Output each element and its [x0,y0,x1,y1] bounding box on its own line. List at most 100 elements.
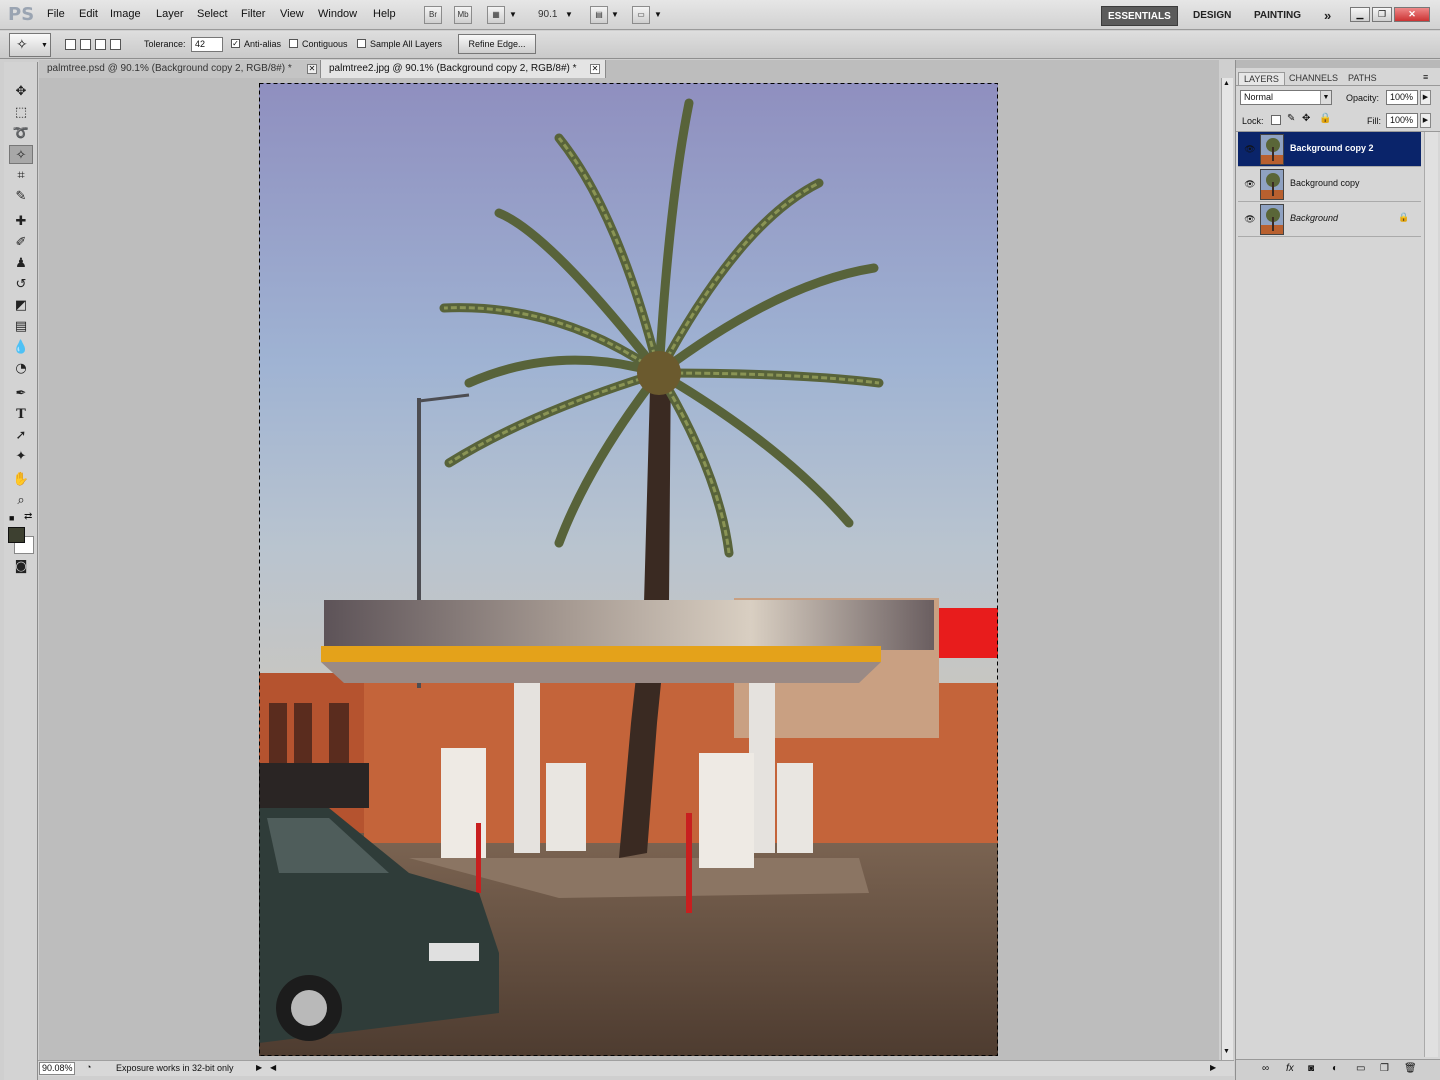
document-tab[interactable]: palmtree.psd @ 90.1% (Background copy 2,… [39,60,321,78]
workspace-essentials[interactable]: ESSENTIALS [1101,6,1178,26]
hand-tool-icon[interactable]: ✋ [9,470,33,489]
document-tab-active[interactable]: palmtree2.jpg @ 90.1% (Background copy 2… [321,60,606,78]
scroll-down-icon[interactable]: ▼ [1223,1048,1230,1055]
move-tool-icon[interactable]: ✥ [9,82,33,101]
chevron-down-icon[interactable]: ▼ [509,10,517,19]
type-tool-icon[interactable]: T [9,405,33,424]
scroll-left-icon[interactable]: ◀ [270,1063,276,1072]
fill-input[interactable]: 100% [1386,113,1418,128]
refine-edge-button[interactable]: Refine Edge... [458,34,536,54]
eyedropper-tool-icon[interactable]: ✎ [9,187,33,206]
lock-pixels-icon[interactable]: ✎ [1287,113,1295,124]
view-extras-button[interactable]: ▦ [487,6,505,24]
launch-minibridge-button[interactable]: Mb [454,6,472,24]
zoom-percentage-field[interactable]: 90.08% [39,1062,75,1075]
add-to-selection-button[interactable] [80,39,91,50]
magic-wand-tool-icon[interactable]: ✧ [9,145,33,164]
arrange-documents-button[interactable]: ▤ [590,6,608,24]
lock-transparency-icon[interactable] [1271,115,1281,125]
scroll-right-icon[interactable]: ▶ [1210,1063,1216,1072]
menu-filter[interactable]: Filter [241,8,265,20]
layer-row-background-copy-2[interactable]: 👁 Background copy 2 [1238,132,1421,167]
foreground-color-swatch[interactable] [8,527,25,543]
workspace-painting[interactable]: PAINTING [1248,6,1307,26]
antialias-checkbox[interactable]: ✓ [231,39,240,48]
fill-slider-arrow-icon[interactable]: ▶ [1420,113,1431,128]
new-selection-button[interactable] [65,39,76,50]
lasso-tool-icon[interactable]: ➰ [9,124,33,143]
blend-mode-select[interactable]: Normal [1240,90,1332,105]
visibility-eye-icon[interactable]: 👁 [1244,179,1256,189]
intersect-selection-button[interactable] [110,39,121,50]
zoom-tool-icon[interactable]: ⌕ [9,491,33,510]
blur-tool-icon[interactable]: 💧 [9,338,33,357]
add-mask-icon[interactable]: ◙ [1308,1063,1314,1074]
menu-view[interactable]: View [280,8,304,20]
close-button[interactable]: ✕ [1394,7,1430,22]
vertical-scrollbar[interactable]: ▲ ▼ [1221,78,1233,1063]
minimize-button[interactable]: ▁ [1350,7,1370,22]
tool-preset-picker[interactable]: ✧ ▼ [9,33,51,57]
menu-layer[interactable]: Layer [156,8,184,20]
quick-mask-icon[interactable]: ◙ [9,557,33,576]
sample-all-layers-checkbox[interactable] [357,39,366,48]
delete-layer-icon[interactable]: 🗑 [1404,1063,1417,1074]
status-info-icon[interactable]: ◔ [86,1062,91,1072]
tolerance-input[interactable]: 42 [191,37,223,52]
menu-file[interactable]: File [47,8,65,20]
launch-bridge-button[interactable]: Br [424,6,442,24]
workspace-design[interactable]: DESIGN [1187,6,1237,26]
swap-colors-icon[interactable]: ⇄ [24,511,32,522]
new-layer-icon[interactable]: ❐ [1380,1063,1389,1074]
visibility-eye-icon[interactable]: 👁 [1244,144,1256,154]
visibility-eye-icon[interactable]: 👁 [1244,214,1256,224]
default-colors-icon[interactable]: ■ [9,513,14,523]
status-menu-arrow-icon[interactable]: ▶ [256,1063,262,1072]
opacity-input[interactable]: 100% [1386,90,1418,105]
clone-stamp-tool-icon[interactable]: ♟ [9,254,33,273]
lock-position-icon[interactable]: ✥ [1302,113,1310,124]
adjustment-layer-icon[interactable]: ◐ [1332,1063,1338,1074]
marquee-tool-icon[interactable]: ⬚ [9,103,33,122]
layer-row-background[interactable]: 👁 Background 🔒 [1238,202,1421,237]
scroll-up-icon[interactable]: ▲ [1223,80,1230,87]
menu-edit[interactable]: Edit [79,8,98,20]
tab-channels[interactable]: CHANNELS [1284,72,1343,85]
contiguous-checkbox[interactable] [289,39,298,48]
chevron-down-icon[interactable]: ▼ [654,10,662,19]
close-tab-icon[interactable]: ✕ [590,64,600,74]
brush-tool-icon[interactable]: ✐ [9,233,33,252]
restore-button[interactable]: ❐ [1372,7,1392,22]
menu-image[interactable]: Image [110,8,141,20]
menu-window[interactable]: Window [318,8,357,20]
layer-row-background-copy[interactable]: 👁 Background copy [1238,167,1421,202]
healing-brush-tool-icon[interactable]: ✚ [9,212,33,231]
zoom-level-select[interactable]: 90.1 [538,9,557,20]
chevron-down-icon[interactable]: ▼ [565,10,573,19]
layer-style-icon[interactable]: fx [1286,1063,1294,1074]
eraser-tool-icon[interactable]: ◩ [9,296,33,315]
link-layers-icon[interactable]: ∞ [1262,1063,1269,1074]
lock-all-icon[interactable]: 🔒 [1319,113,1331,124]
layers-scrollbar[interactable] [1424,132,1438,1057]
new-group-icon[interactable]: ▭ [1356,1063,1365,1074]
screen-mode-button[interactable]: ▭ [632,6,650,24]
chevron-down-icon[interactable]: ▼ [1320,91,1331,104]
tab-paths[interactable]: PATHS [1343,72,1382,85]
shape-tool-icon[interactable]: ✦ [9,447,33,466]
path-selection-tool-icon[interactable]: ➚ [9,426,33,445]
tab-layers[interactable]: LAYERS [1238,72,1285,85]
gradient-tool-icon[interactable]: ▤ [9,317,33,336]
subtract-from-selection-button[interactable] [95,39,106,50]
dodge-tool-icon[interactable]: ◔ [9,359,33,378]
opacity-slider-arrow-icon[interactable]: ▶ [1420,90,1431,105]
close-tab-icon[interactable]: ✕ [307,64,317,74]
panel-menu-icon[interactable]: ≡ [1423,72,1428,82]
history-brush-tool-icon[interactable]: ↺ [9,275,33,294]
menu-help[interactable]: Help [373,8,396,20]
document-canvas[interactable] [259,83,998,1056]
menu-select[interactable]: Select [197,8,228,20]
crop-tool-icon[interactable]: ⌗ [9,166,33,185]
more-workspaces-button[interactable]: » [1318,6,1337,26]
pen-tool-icon[interactable]: ✒ [9,384,33,403]
